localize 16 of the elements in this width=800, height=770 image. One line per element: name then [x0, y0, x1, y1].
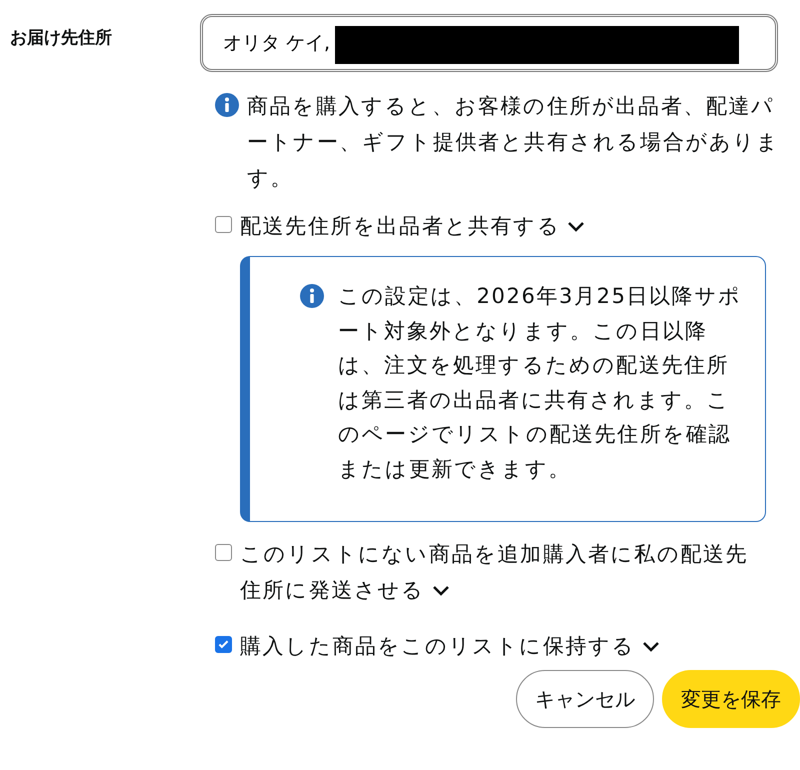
- info-icon: [300, 284, 324, 308]
- field-label: お届け先住所: [10, 27, 113, 50]
- chevron-down-icon[interactable]: [430, 584, 451, 598]
- checkbox[interactable]: [215, 636, 232, 653]
- chevron-down-icon[interactable]: [566, 220, 586, 234]
- chevron-down-icon[interactable]: [641, 640, 662, 654]
- cancel-button[interactable]: キャンセル: [516, 670, 654, 728]
- info-icon: [215, 93, 239, 117]
- save-button[interactable]: 変更を保存: [662, 670, 800, 728]
- notice-text: この設定は、2026年3月25日以降サポート対象外となります。この日以降は、注文を処理するための配送先住所は第三者の出品者に共有されます。このページでリストの配送先住所を確認または更新できます。: [338, 283, 743, 483]
- checkbox-label[interactable]: 配送先住所を出品者と共有する: [240, 208, 770, 244]
- checkbox-label[interactable]: 購入した商品をこのリストに保持する: [240, 628, 700, 664]
- checkbox-label[interactable]: このリストにない商品を追加購入者に私の配送先住所に発送させる: [240, 536, 770, 608]
- info-text: 商品を購入すると、お客様の住所が出品者、配達パートナー、ギフト提供者と共有される場合があります。: [247, 93, 781, 192]
- checkbox[interactable]: [215, 544, 232, 561]
- checkbox[interactable]: [215, 216, 232, 233]
